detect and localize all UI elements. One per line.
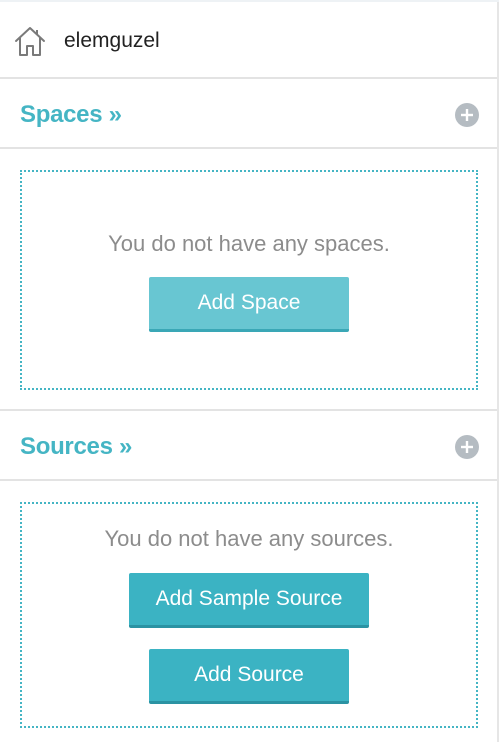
- add-sample-source-button[interactable]: Add Sample Source: [129, 573, 369, 628]
- sources-empty-box: You do not have any sources. Add Sample …: [20, 502, 478, 728]
- username[interactable]: elemguzel: [64, 29, 160, 53]
- add-space-plus-icon[interactable]: [455, 103, 479, 127]
- spaces-empty-box: You do not have any spaces. Add Space: [20, 170, 478, 390]
- spaces-empty-message: You do not have any spaces.: [108, 231, 390, 256]
- add-space-button[interactable]: Add Space: [149, 277, 349, 332]
- spaces-title-link[interactable]: Spaces »: [20, 101, 122, 129]
- spaces-header: Spaces »: [0, 79, 497, 149]
- home-icon[interactable]: [13, 24, 47, 58]
- add-source-button[interactable]: Add Source: [149, 649, 349, 704]
- user-row[interactable]: elemguzel: [0, 2, 497, 79]
- sources-empty-message: You do not have any sources.: [104, 526, 394, 551]
- sources-header: Sources »: [0, 411, 497, 481]
- sources-title-link[interactable]: Sources »: [20, 433, 132, 461]
- sidebar-panel: elemguzel Spaces » You do not have any s…: [0, 0, 499, 742]
- add-source-plus-icon[interactable]: [455, 435, 479, 459]
